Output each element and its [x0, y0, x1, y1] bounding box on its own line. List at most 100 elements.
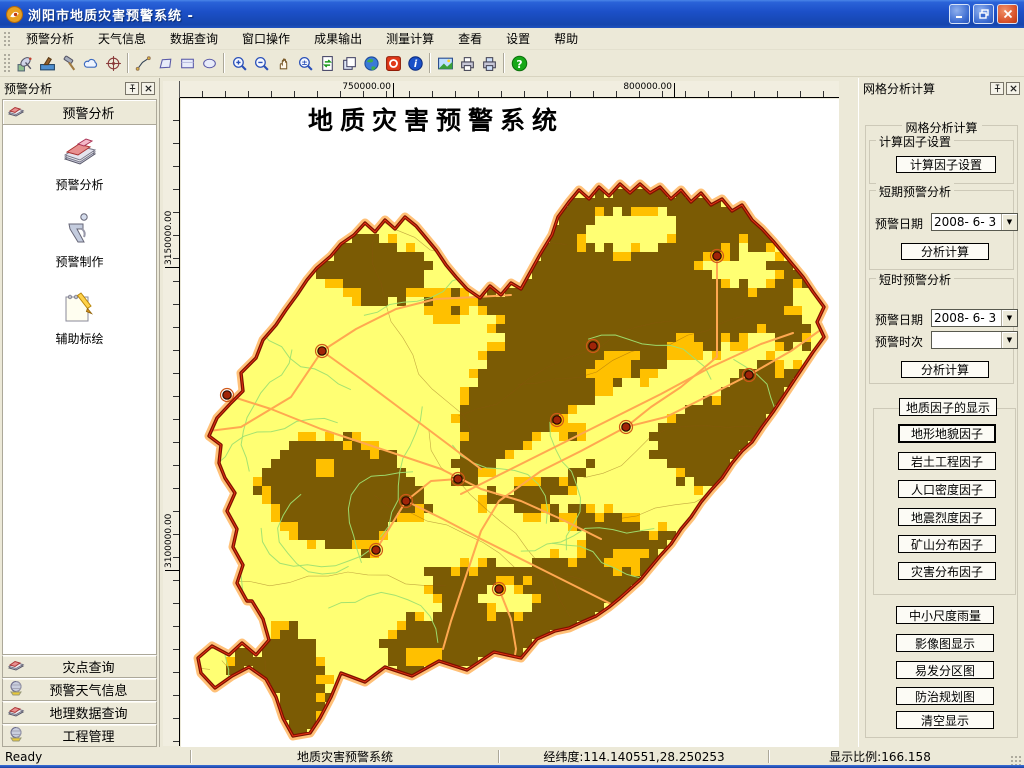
- toolbar-grip[interactable]: [3, 53, 11, 73]
- refresh-doc-icon[interactable]: [316, 52, 338, 74]
- terrain-factor-button[interactable]: 地形地貌因子: [898, 424, 996, 443]
- left-panel-header-label: 预警分析: [25, 103, 152, 122]
- nowcast-time-combo[interactable]: ▼: [931, 331, 1018, 349]
- project-icon: [7, 726, 25, 745]
- map-svg[interactable]: [181, 99, 839, 747]
- item-warning-analysis[interactable]: 预警分析: [55, 133, 103, 193]
- restore-button[interactable]: [973, 4, 994, 24]
- right-panel-body: 网格分析计算 计算因子设置 计算因子设置 短期预警分析 预警日期 2008- 6…: [861, 98, 1022, 745]
- chevron-down-icon[interactable]: ▼: [1001, 310, 1017, 326]
- warning-analysis-icon: [57, 133, 101, 174]
- section-project-manage[interactable]: 工程管理: [2, 724, 157, 747]
- info-icon[interactable]: i: [404, 52, 426, 74]
- short-term-analyze-button[interactable]: 分析计算: [901, 243, 989, 260]
- ruler-label: 800000.00: [606, 82, 672, 92]
- factor-display-header-button[interactable]: 地质因子的显示: [899, 398, 997, 416]
- nowcast-date-combo[interactable]: 2008- 6- 3 ▼: [931, 309, 1018, 327]
- section-weather-info[interactable]: 预警天气信息: [2, 678, 157, 701]
- group-legend: 短期预警分析: [876, 183, 954, 200]
- menu-item-5[interactable]: 测量计算: [374, 30, 446, 48]
- chevron-down-icon[interactable]: ▼: [1001, 214, 1017, 230]
- map-title: 地质灾害预警系统: [296, 101, 576, 137]
- item-label: 预警制作: [55, 253, 103, 270]
- workspace: 预警分析 预警分析 预警分析 预警制作 辅助标绘 灾点查询: [0, 77, 1024, 747]
- disaster-factor-button[interactable]: 灾害分布因子: [898, 562, 996, 580]
- svg-text:?: ?: [516, 57, 522, 70]
- mine-factor-button[interactable]: 矿山分布因子: [898, 535, 996, 553]
- item-warning-make[interactable]: 预警制作: [55, 210, 103, 270]
- status-ready: Ready: [0, 748, 190, 765]
- section-disaster-query[interactable]: 灾点查询: [2, 655, 157, 678]
- hammer-icon[interactable]: [58, 52, 80, 74]
- image-icon[interactable]: [434, 52, 456, 74]
- menu-item-2[interactable]: 数据查询: [158, 30, 230, 48]
- zoom-in-icon[interactable]: [228, 52, 250, 74]
- menu-item-7[interactable]: 设置: [494, 30, 542, 48]
- globe-icon[interactable]: [360, 52, 382, 74]
- ellipse-icon[interactable]: [198, 52, 220, 74]
- section-geo-data-query[interactable]: 地理数据查询: [2, 701, 157, 724]
- menu-item-3[interactable]: 窗口操作: [230, 30, 302, 48]
- rectangle-icon[interactable]: [176, 52, 198, 74]
- section-label: 灾点查询: [25, 657, 152, 676]
- menu-grip[interactable]: [3, 31, 11, 47]
- zoom-out-icon[interactable]: [250, 52, 272, 74]
- clear-display-button[interactable]: 清空显示: [896, 711, 994, 729]
- help-icon[interactable]: ?: [508, 52, 530, 74]
- susceptibility-button[interactable]: 易发分区图: [896, 661, 994, 679]
- print-preview-icon[interactable]: [478, 52, 500, 74]
- rainfall-button[interactable]: 中小尺度雨量: [896, 606, 994, 624]
- warning-make-icon[interactable]: [36, 52, 58, 74]
- section-label: 地理数据查询: [25, 703, 152, 722]
- short-term-date-combo[interactable]: 2008- 6- 3 ▼: [931, 213, 1018, 231]
- prevention-plan-button[interactable]: 防治规划图: [896, 687, 994, 705]
- target-icon[interactable]: [102, 52, 124, 74]
- title-bar: 浏阳市地质灾害预警系统 -: [0, 0, 1024, 28]
- section-label: 预警天气信息: [25, 680, 152, 699]
- polygon-icon[interactable]: [154, 52, 176, 74]
- book-icon: [7, 703, 25, 722]
- polyline-icon[interactable]: [132, 52, 154, 74]
- svg-text:±: ±: [301, 58, 307, 67]
- stop-icon[interactable]: [382, 52, 404, 74]
- menu-item-1[interactable]: 天气信息: [86, 30, 158, 48]
- time-label: 预警时次: [875, 333, 923, 350]
- copy-view-icon[interactable]: [338, 52, 360, 74]
- warning-analysis-icon[interactable]: [14, 52, 36, 74]
- cloud-icon[interactable]: [80, 52, 102, 74]
- menu-bar: 预警分析天气信息数据查询窗口操作成果输出测量计算查看设置帮助: [0, 28, 1024, 50]
- close-icon[interactable]: [141, 82, 155, 95]
- item-aux-plot[interactable]: 辅助标绘: [55, 287, 103, 347]
- menu-item-6[interactable]: 查看: [446, 30, 494, 48]
- imagery-button[interactable]: 影像图显示: [896, 634, 994, 652]
- nowcast-analyze-button[interactable]: 分析计算: [901, 361, 989, 378]
- map-canvas[interactable]: 地质灾害预警系统: [181, 99, 839, 747]
- menu-item-8[interactable]: 帮助: [542, 30, 590, 48]
- zoom-extent-icon[interactable]: ±: [294, 52, 316, 74]
- right-panel-titlebar: 网格分析计算: [861, 80, 1022, 97]
- pan-hand-icon[interactable]: [272, 52, 294, 74]
- pin-icon[interactable]: [125, 82, 139, 95]
- ruler-label: 3150000.00: [164, 211, 174, 265]
- seismic-factor-button[interactable]: 地震烈度因子: [898, 508, 996, 526]
- factor-settings-button[interactable]: 计算因子设置: [896, 156, 996, 173]
- print-icon[interactable]: [456, 52, 478, 74]
- book-icon: [7, 657, 25, 676]
- item-label: 预警分析: [55, 176, 103, 193]
- population-factor-button[interactable]: 人口密度因子: [898, 480, 996, 498]
- close-button[interactable]: [997, 4, 1018, 24]
- status-scale: 显示比例:166.158: [770, 748, 990, 765]
- menu-item-4[interactable]: 成果输出: [302, 30, 374, 48]
- toolbar-separator: [503, 53, 505, 73]
- ruler-label: 3100000.00: [164, 514, 174, 568]
- left-panel-header[interactable]: 预警分析: [2, 99, 157, 125]
- geotech-factor-button[interactable]: 岩土工程因子: [898, 452, 996, 470]
- right-panel: 网格分析计算 网格分析计算 计算因子设置 计算因子设置 短期预警分析 预警日期 …: [858, 78, 1024, 747]
- pin-icon[interactable]: [990, 82, 1004, 95]
- menu-item-0[interactable]: 预警分析: [14, 30, 86, 48]
- chevron-down-icon[interactable]: ▼: [1001, 332, 1017, 348]
- toolbar-separator: [127, 53, 129, 73]
- close-icon[interactable]: [1006, 82, 1020, 95]
- status-bar: Ready 地质灾害预警系统 经纬度:114.140551,28.250253 …: [0, 748, 1024, 765]
- minimize-button[interactable]: [949, 4, 970, 24]
